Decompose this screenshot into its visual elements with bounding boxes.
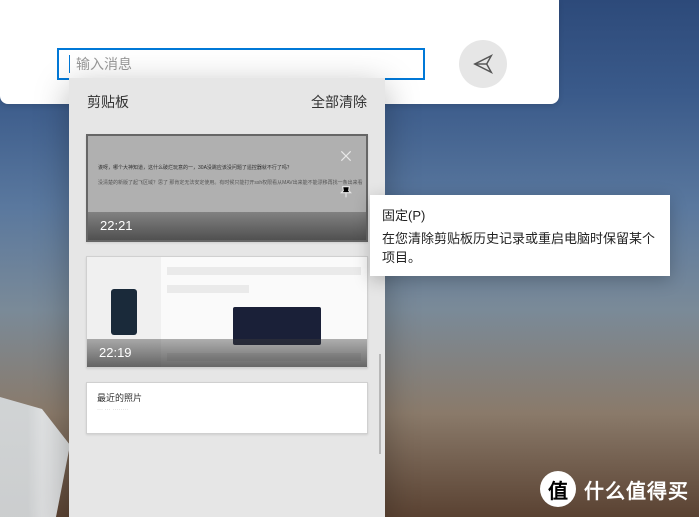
clipboard-title: 剪贴板 xyxy=(87,92,129,112)
thumb-subtitle: ··· ··· ········ xyxy=(97,407,357,413)
clipboard-body: 诶呀，哪个大神知道，这什么破烂玩意的一，30A没跳应该没问题了遥控器就不行了吗？… xyxy=(69,134,385,434)
pin-icon xyxy=(338,184,354,200)
clipboard-panel: 剪贴板 全部清除 诶呀，哪个大神知道，这什么破烂玩意的一，30A没跳应该没问题了… xyxy=(69,78,385,517)
clipboard-item[interactable]: 22:19 xyxy=(86,256,368,368)
send-icon xyxy=(472,53,494,75)
clipboard-item[interactable]: 最近的照片 ··· ··· ········ xyxy=(86,382,368,434)
watermark-badge: 值 xyxy=(540,471,576,507)
clipboard-item[interactable]: 诶呀，哪个大神知道，这什么破烂玩意的一，30A没跳应该没问题了遥控器就不行了吗？… xyxy=(86,134,368,242)
phone-graphic xyxy=(111,289,137,335)
tooltip-desc: 在您清除剪贴板历史记录或重启电脑时保留某个项目。 xyxy=(382,228,658,266)
watermark-text: 什么值得买 xyxy=(584,475,689,504)
watermark: 值 什么值得买 xyxy=(540,471,689,507)
delete-button[interactable] xyxy=(332,142,360,170)
thumb-text: 诶呀，哪个大神知道，这什么破烂玩意的一，30A没跳应该没问题了遥控器就不行了吗？ xyxy=(98,164,292,171)
message-input[interactable]: 输入消息 xyxy=(57,48,425,80)
close-icon xyxy=(338,148,354,164)
wallpaper-car xyxy=(0,397,70,517)
desktop-wallpaper: 输入消息 剪贴板 全部清除 诶呀，哪个大神知道，这什么破烂玩意的一，30A没跳应… xyxy=(0,0,699,517)
clipboard-header: 剪贴板 全部清除 xyxy=(69,78,385,126)
pin-tooltip: 固定(P) 在您清除剪贴板历史记录或重启电脑时保留某个项目。 xyxy=(370,195,670,276)
pin-button[interactable] xyxy=(332,178,360,206)
clipboard-thumbnail: 最近的照片 ··· ··· ········ xyxy=(87,383,367,433)
clipboard-time: 22:19 xyxy=(87,339,367,367)
scrollbar[interactable] xyxy=(379,354,381,454)
item-actions xyxy=(332,142,360,206)
clipboard-time: 22:21 xyxy=(88,212,366,240)
send-button[interactable] xyxy=(459,40,507,88)
tooltip-title: 固定(P) xyxy=(382,205,658,224)
thumb-text: 没清楚的新版了起飞区域？思了 那肯定无法安定使用。有时候只能打开ssh权限看从M… xyxy=(98,180,363,187)
message-placeholder: 输入消息 xyxy=(76,54,132,74)
thumb-title: 最近的照片 xyxy=(97,391,357,404)
text-caret xyxy=(69,55,70,73)
clear-all-button[interactable]: 全部清除 xyxy=(311,92,367,112)
